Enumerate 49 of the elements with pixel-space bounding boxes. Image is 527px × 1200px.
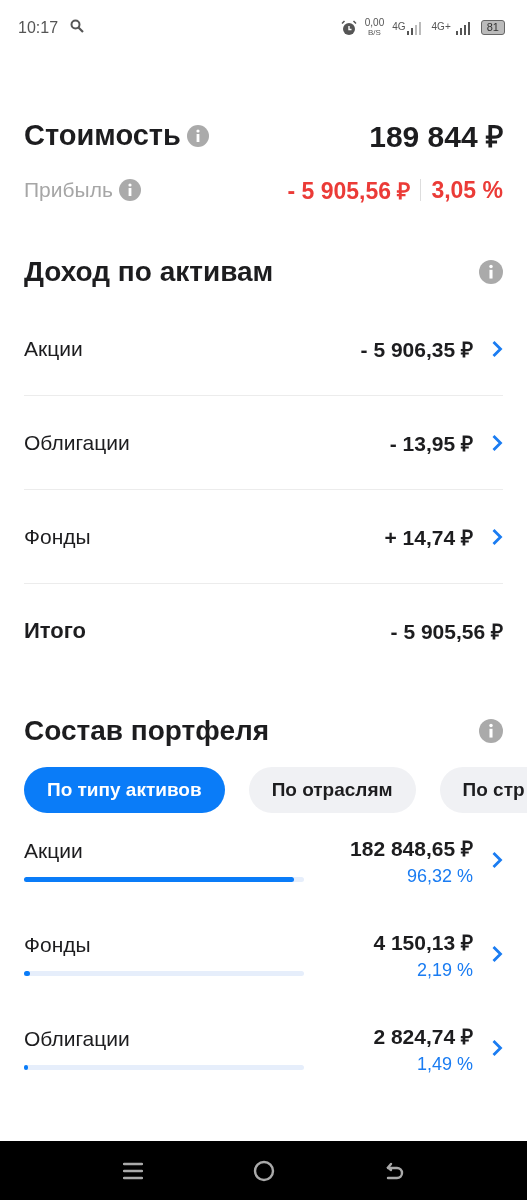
chevron-right-icon[interactable]	[491, 339, 503, 358]
asset-percent: 1,49 %	[416, 1053, 473, 1075]
asset-label: Акции	[24, 838, 84, 863]
asset-label: Облигации	[24, 430, 130, 455]
filter-tab[interactable]: По стр	[439, 767, 527, 813]
asset-value: 4 150,13 ₽	[373, 929, 473, 956]
income-value: - 13,95 ₽	[389, 430, 473, 457]
network-type: 4G+	[431, 20, 451, 32]
chevron-right-icon[interactable]	[491, 851, 503, 869]
search-icon	[70, 18, 85, 33]
asset-label: Акции	[24, 336, 83, 361]
asset-value: 2 824,74 ₽	[373, 1023, 473, 1050]
asset-label: Итого	[24, 617, 87, 644]
portfolio-value: 189 844 ₽	[369, 119, 503, 155]
network-type: 4G	[392, 20, 406, 32]
profit-percent: 3,05 %	[431, 176, 503, 204]
filter-tab[interactable]: По отраслям	[248, 767, 416, 813]
section-title: Доход по активам	[24, 256, 274, 288]
asset-percent: 96,32 %	[406, 865, 473, 887]
income-value: - 5 905,56 ₽	[390, 618, 503, 645]
menu-icon[interactable]	[122, 1160, 143, 1181]
asset-percent: 2,19 %	[416, 959, 473, 981]
chevron-right-icon[interactable]	[491, 1039, 503, 1057]
income-value: - 5 906,35 ₽	[360, 336, 473, 363]
info-icon[interactable]	[118, 179, 141, 201]
chevron-right-icon[interactable]	[491, 527, 503, 546]
back-icon[interactable]	[384, 1160, 405, 1181]
asset-value: 182 848,65 ₽	[350, 835, 473, 862]
status-time: 10:17	[18, 18, 59, 37]
speed-unit: B/S	[368, 27, 381, 38]
chevron-right-icon[interactable]	[491, 433, 503, 452]
signal-icon	[405, 20, 424, 35]
info-icon[interactable]	[186, 124, 209, 147]
section-title: Состав портфеля	[24, 715, 270, 747]
filter-tab[interactable]: По типу активов	[24, 767, 225, 813]
profit-label: Прибыль	[24, 178, 113, 202]
alarm-clock-icon	[340, 19, 357, 36]
chevron-right-icon[interactable]	[491, 945, 503, 963]
network-speed: 0,00	[364, 17, 385, 28]
info-icon[interactable]	[479, 260, 503, 284]
income-value: + 14,74 ₽	[384, 524, 473, 551]
asset-label: Фонды	[24, 932, 92, 957]
battery-level: 81	[480, 20, 505, 35]
home-icon[interactable]	[252, 1159, 275, 1182]
asset-label: Облигации	[24, 1026, 131, 1051]
profit-value: - 5 905,56 ₽	[287, 177, 411, 206]
value-label: Стоимость	[24, 119, 181, 152]
info-icon[interactable]	[479, 719, 503, 743]
asset-label: Фонды	[24, 524, 91, 549]
